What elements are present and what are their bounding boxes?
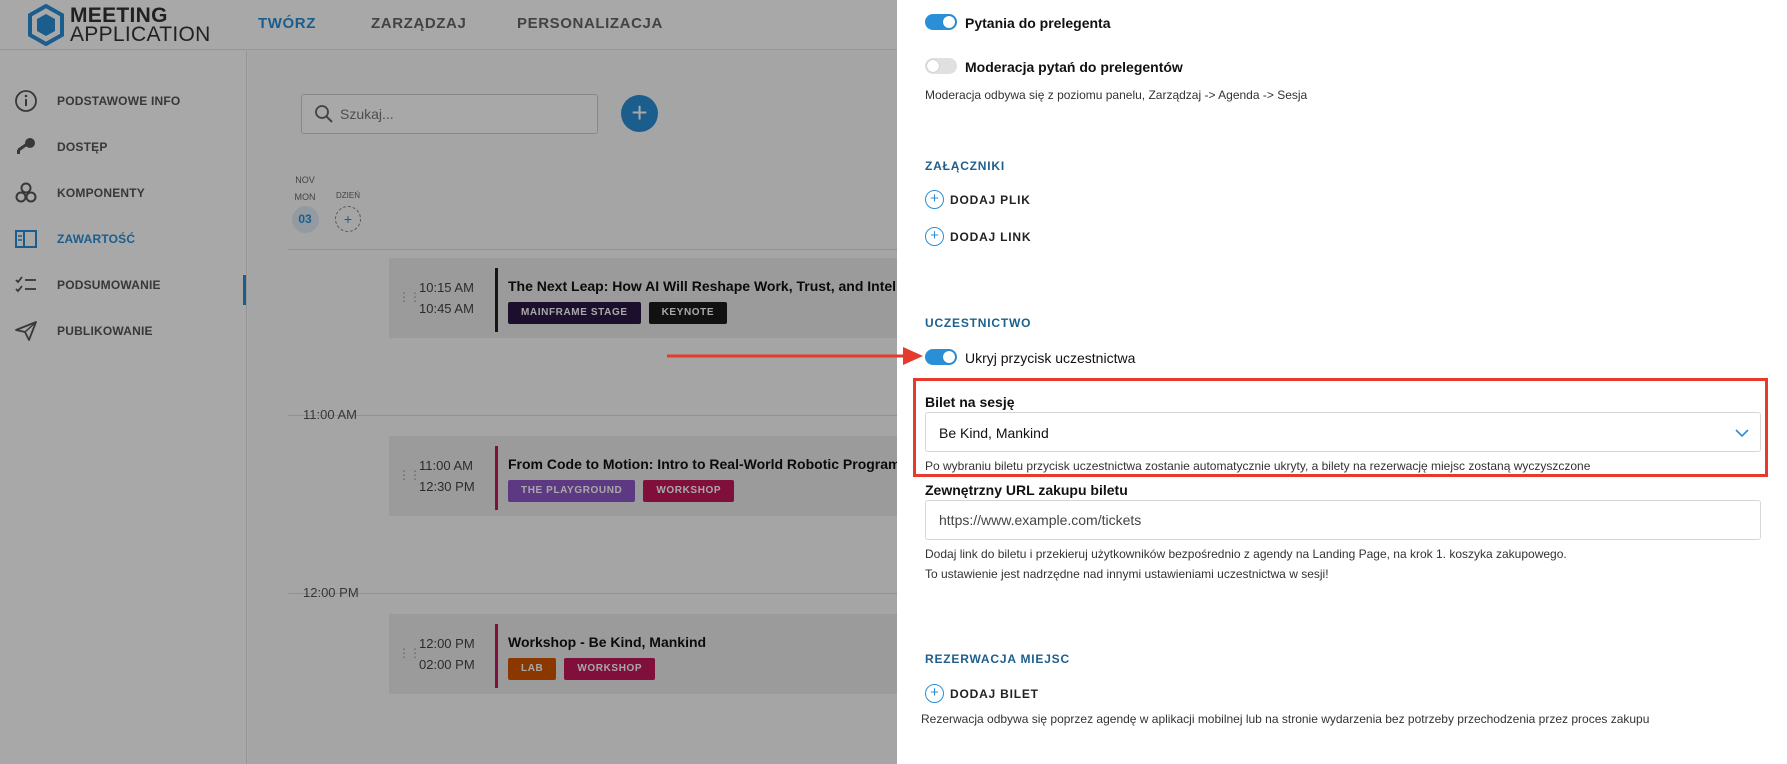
toggle-knob (927, 60, 939, 72)
moderation-toggle-label: Moderacja pytań do prelegentów (965, 59, 1183, 75)
add-link-label: DODAJ LINK (950, 229, 1032, 244)
external-url-label: Zewnętrzny URL zakupu biletu (925, 482, 1128, 498)
modal-backdrop[interactable] (0, 0, 897, 764)
add-file-button[interactable]: + DODAJ PLIK (925, 190, 1031, 209)
hide-participation-label: Ukryj przycisk uczestnictwa (965, 350, 1136, 366)
toggle-knob (943, 16, 955, 28)
add-file-label: DODAJ PLIK (950, 192, 1031, 207)
moderation-note: Moderacja odbywa się z poziomu panelu, Z… (925, 88, 1308, 102)
reservation-section-title: REZERWACJA MIEJSC (925, 652, 1070, 666)
questions-toggle-label: Pytania do prelegenta (965, 15, 1111, 31)
questions-toggle[interactable] (925, 14, 957, 30)
highlight-annotation (913, 378, 1768, 477)
plus-circle-icon: + (925, 684, 944, 703)
external-url-input[interactable] (926, 501, 1760, 539)
external-url-note-1: Dodaj link do biletu i przekieruj użytko… (925, 547, 1567, 561)
participation-section-title: UCZESTNICTWO (925, 316, 1032, 330)
plus-circle-icon: + (925, 227, 944, 246)
add-link-button[interactable]: + DODAJ LINK (925, 227, 1031, 246)
add-ticket-button[interactable]: + DODAJ BILET (925, 684, 1039, 703)
arrow-annotation-icon (667, 347, 923, 365)
external-url-field[interactable] (925, 500, 1761, 540)
attachments-section-title: ZAŁĄCZNIKI (925, 159, 1005, 173)
add-ticket-label: DODAJ BILET (950, 686, 1039, 701)
moderation-toggle[interactable] (925, 58, 957, 74)
hide-participation-toggle[interactable] (925, 349, 957, 365)
plus-circle-icon: + (925, 190, 944, 209)
reservation-note: Rezerwacja odbywa się poprzez agendę w a… (921, 712, 1650, 726)
toggle-knob (943, 351, 955, 363)
external-url-note-2: To ustawienie jest nadrzędne nad innymi … (925, 567, 1329, 581)
